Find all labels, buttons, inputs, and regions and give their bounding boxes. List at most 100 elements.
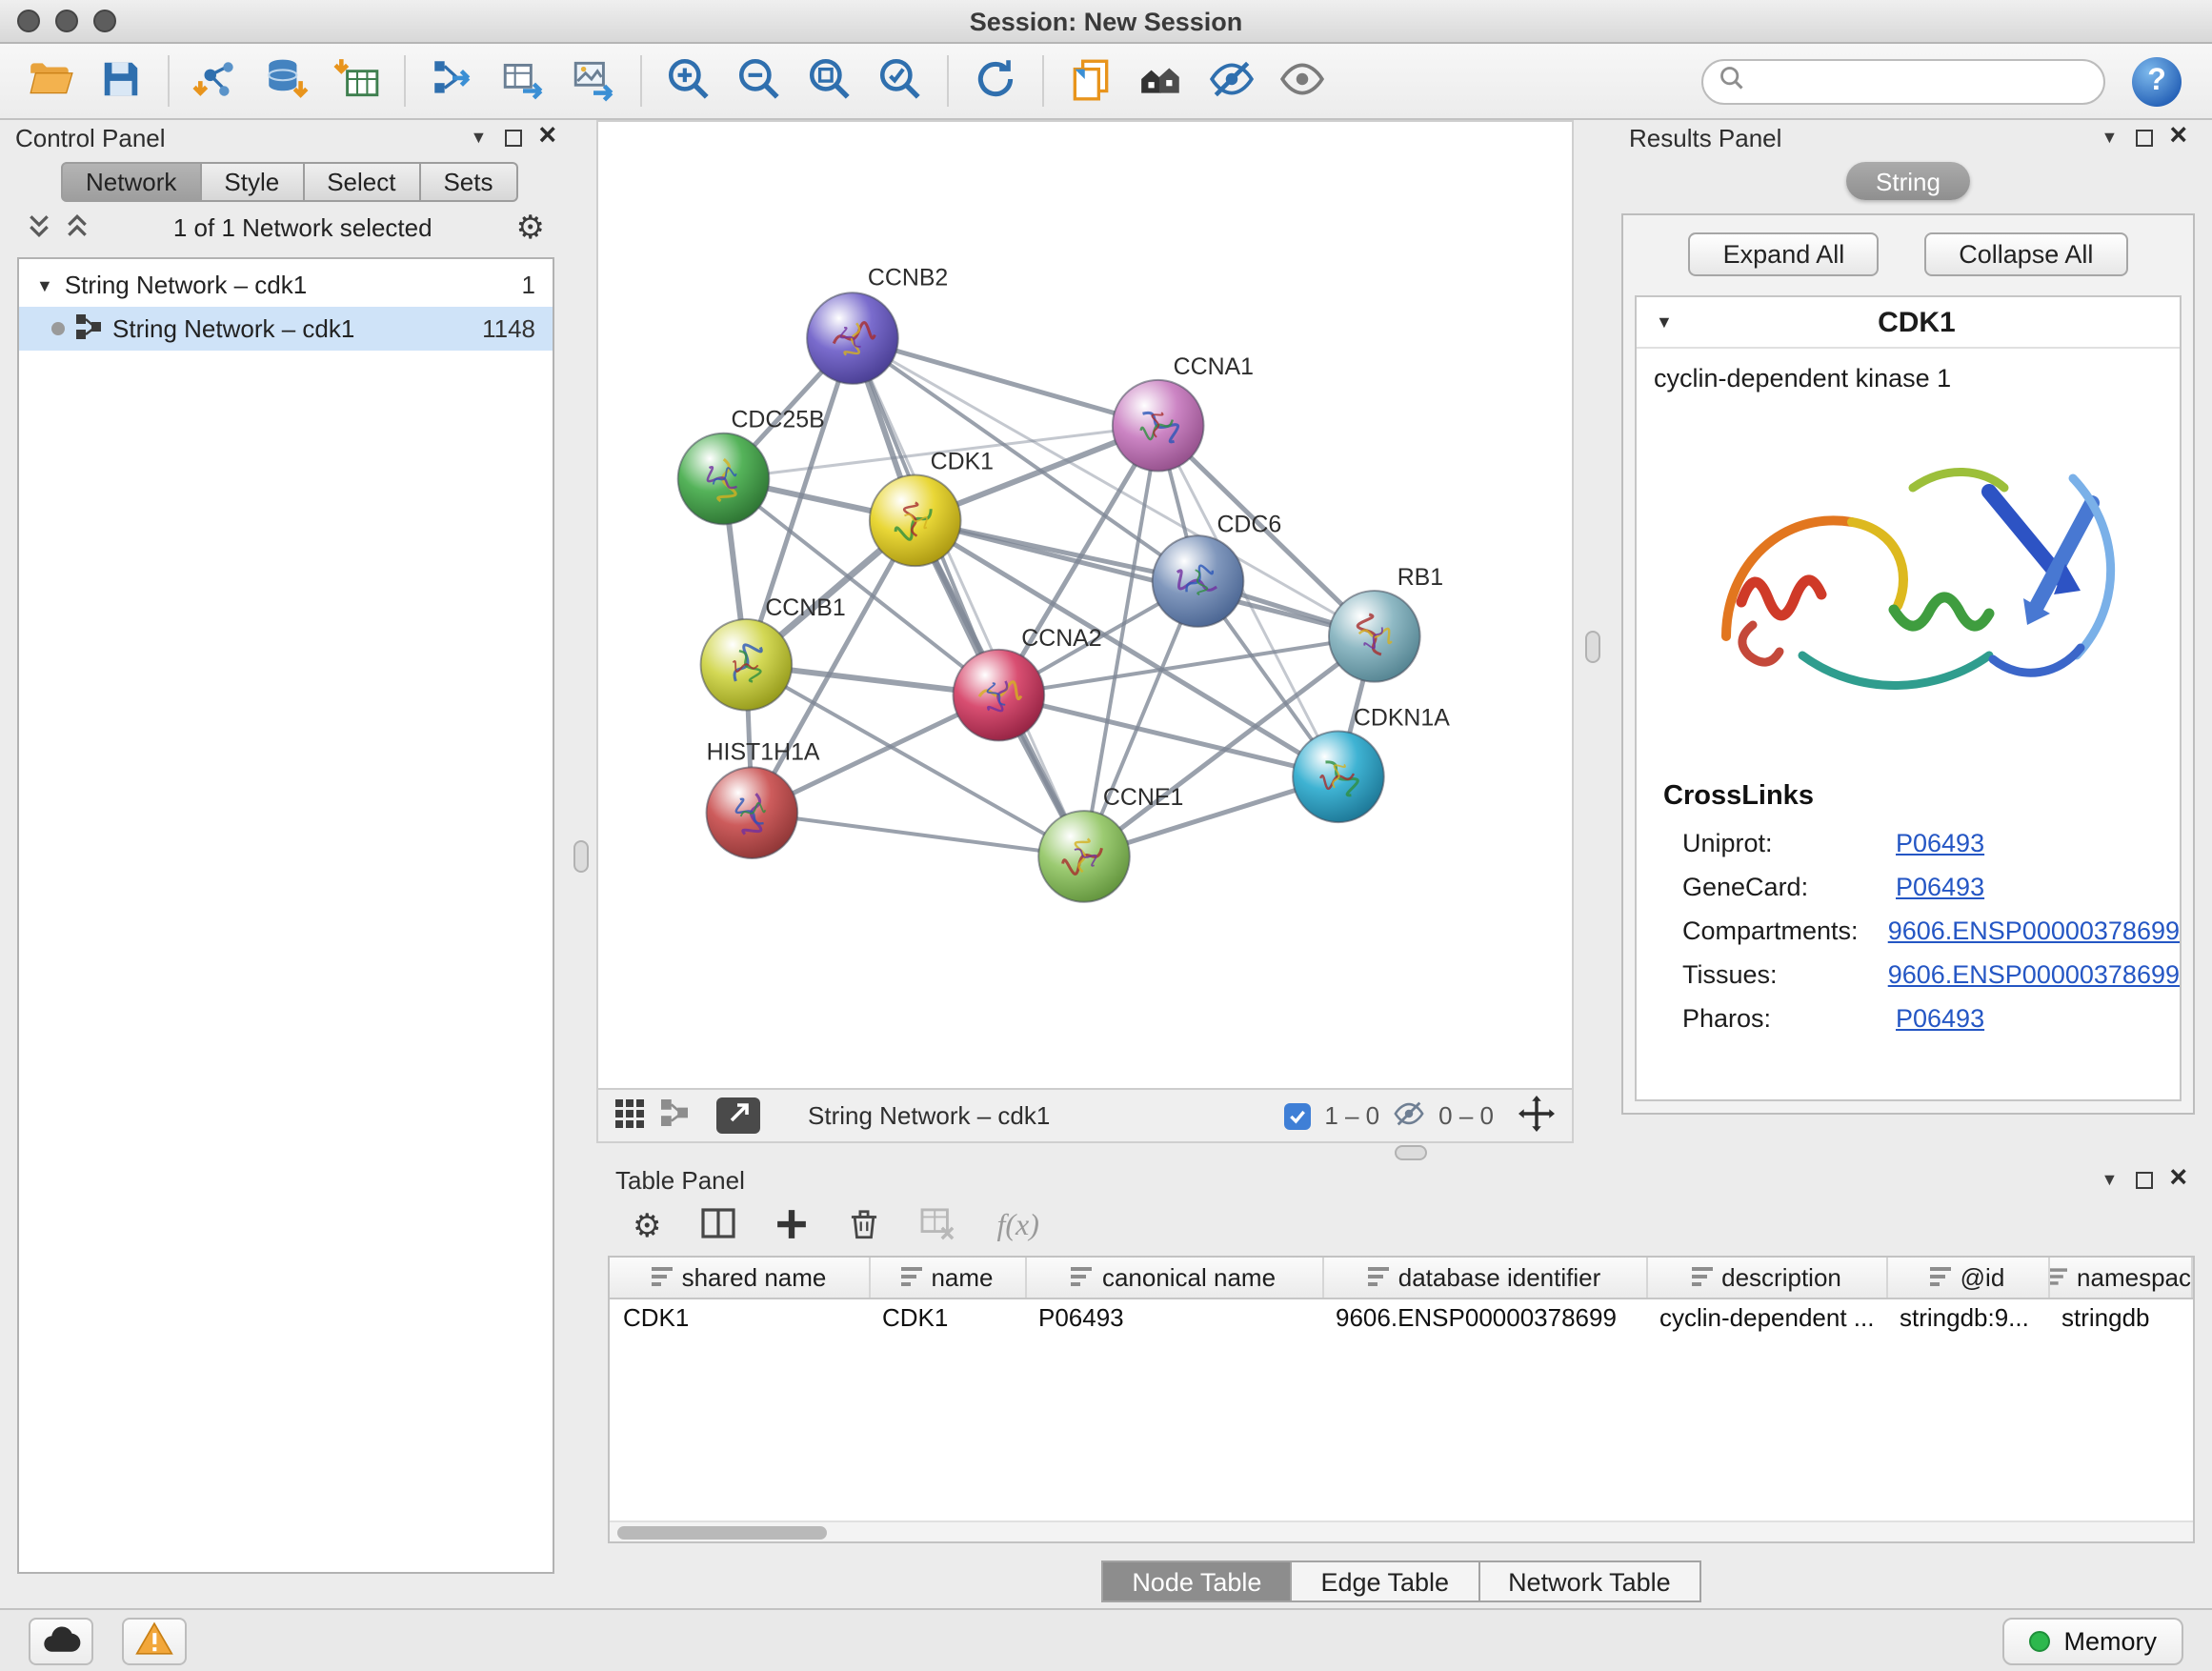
search-input[interactable] xyxy=(1745,67,2088,95)
export-table-button[interactable] xyxy=(488,49,558,113)
network-collection-row[interactable]: ▼ String Network – cdk1 1 xyxy=(19,263,553,307)
network-edge[interactable] xyxy=(915,520,1375,636)
gear-icon[interactable]: ⚙ xyxy=(516,211,546,244)
network-edge[interactable] xyxy=(853,338,1158,426)
panel-collapse-icon[interactable]: ▼ xyxy=(470,129,487,146)
disclosure-triangle-icon[interactable]: ▼ xyxy=(36,275,53,294)
table-settings-icon[interactable]: ⚙ xyxy=(633,1210,662,1242)
network-node-CCNA2[interactable] xyxy=(954,650,1045,741)
cloud-status-button[interactable] xyxy=(29,1617,93,1664)
table-cell[interactable]: CDK1 xyxy=(869,1298,1025,1336)
network-node-CCNB2[interactable] xyxy=(807,292,898,384)
network-node-CDC25B[interactable] xyxy=(678,433,770,525)
zoom-in-button[interactable] xyxy=(654,49,724,113)
panel-close-icon[interactable]: × xyxy=(538,122,556,152)
export-image-button[interactable] xyxy=(558,49,629,113)
expand-all-button[interactable]: Expand All xyxy=(1689,232,1880,276)
tab-style[interactable]: Style xyxy=(201,162,304,202)
hidden-eye-slash-icon[interactable] xyxy=(1393,1097,1425,1135)
network-canvas[interactable]: CCNB2CCNA1CDC25BCDK1CDC6RB1CCNB1CCNA2CDK… xyxy=(598,122,1572,1088)
crosslink-link[interactable]: P06493 xyxy=(1896,873,1984,901)
network-node-RB1[interactable] xyxy=(1329,591,1420,682)
import-table-button[interactable] xyxy=(322,49,392,113)
graphics-details-button[interactable] xyxy=(1126,49,1196,113)
documents-button[interactable] xyxy=(1056,49,1126,113)
save-session-button[interactable] xyxy=(86,49,156,113)
network-node-HIST1H1A[interactable] xyxy=(707,767,798,858)
collapse-all-button[interactable]: Collapse All xyxy=(1924,232,2127,276)
network-edge[interactable] xyxy=(853,338,1084,856)
network-node-CCNE1[interactable] xyxy=(1038,811,1130,902)
memory-button[interactable]: Memory xyxy=(2002,1617,2183,1664)
network-node-CDC6[interactable] xyxy=(1153,535,1244,627)
window-zoom-button[interactable] xyxy=(93,10,116,32)
crosslink-link[interactable]: 9606.ENSP00000378699 xyxy=(1888,960,2180,989)
toolbar-search[interactable] xyxy=(1701,58,2105,104)
table-cell[interactable]: stringdb xyxy=(2048,1298,2192,1336)
pan-crosshair-icon[interactable] xyxy=(1518,1095,1555,1137)
crosslink-link[interactable]: P06493 xyxy=(1896,829,1984,857)
network-node-CDK1[interactable] xyxy=(870,475,961,567)
help-button[interactable]: ? xyxy=(2132,56,2182,106)
column-header[interactable]: @id xyxy=(1886,1258,2048,1298)
tab-network[interactable]: Network xyxy=(61,162,201,202)
tab-network-table[interactable]: Network Table xyxy=(1479,1560,1701,1602)
export-network-button[interactable] xyxy=(417,49,488,113)
column-header[interactable]: canonical name xyxy=(1025,1258,1322,1298)
grid-view-icon[interactable] xyxy=(615,1098,644,1133)
open-session-button[interactable] xyxy=(15,49,86,113)
crosslink-link[interactable]: 9606.ENSP00000378699 xyxy=(1888,916,2180,945)
column-header[interactable]: shared name xyxy=(610,1258,869,1298)
zoom-fit-button[interactable] xyxy=(794,49,865,113)
table-row[interactable]: CDK1 CDK1 P06493 9606.ENSP00000378699 cy… xyxy=(610,1298,2192,1336)
table-cell[interactable]: CDK1 xyxy=(610,1298,869,1336)
network-node-CCNA1[interactable] xyxy=(1113,380,1204,472)
network-edge[interactable] xyxy=(752,813,1084,856)
string-results-tab[interactable]: String xyxy=(1845,162,1971,200)
splitter-handle-left[interactable] xyxy=(573,840,589,873)
tab-select[interactable]: Select xyxy=(304,162,420,202)
add-column-icon[interactable] xyxy=(776,1207,809,1245)
apply-layout-button[interactable] xyxy=(960,49,1031,113)
panel-close-icon[interactable]: × xyxy=(2169,1164,2187,1195)
network-row[interactable]: String Network – cdk1 1148 xyxy=(19,307,553,351)
selected-checkbox-icon[interactable] xyxy=(1284,1102,1311,1129)
share-view-icon[interactable] xyxy=(661,1099,688,1132)
splitter-handle-bottom[interactable] xyxy=(1395,1145,1427,1160)
column-header[interactable]: namespac xyxy=(2048,1258,2192,1298)
show-all-button[interactable] xyxy=(1267,49,1337,113)
hide-selected-button[interactable] xyxy=(1196,49,1267,113)
birdseye-toggle-button[interactable] xyxy=(716,1097,760,1134)
network-node-CDKN1A[interactable] xyxy=(1293,731,1384,822)
show-columns-icon[interactable] xyxy=(702,1208,736,1244)
section-disclosure-icon[interactable]: ▼ xyxy=(1656,312,1673,332)
import-network-button[interactable] xyxy=(181,49,251,113)
panel-float-icon[interactable] xyxy=(504,129,521,146)
scrollbar-thumb[interactable] xyxy=(617,1526,827,1540)
zoom-selected-button[interactable] xyxy=(865,49,935,113)
tab-node-table[interactable]: Node Table xyxy=(1101,1560,1292,1602)
panel-collapse-icon[interactable]: ▼ xyxy=(2101,1171,2118,1188)
network-node-CCNB1[interactable] xyxy=(701,619,793,711)
cdk1-section-header[interactable]: ▼ CDK1 xyxy=(1637,297,2180,349)
window-close-button[interactable] xyxy=(17,10,40,32)
panel-float-icon[interactable] xyxy=(2135,1171,2152,1188)
warnings-button[interactable] xyxy=(122,1617,187,1664)
horizontal-scrollbar[interactable] xyxy=(610,1520,2193,1541)
panel-close-icon[interactable]: × xyxy=(2169,122,2187,152)
table-cell[interactable]: 9606.ENSP00000378699 xyxy=(1322,1298,1646,1336)
window-minimize-button[interactable] xyxy=(55,10,78,32)
splitter-handle-right[interactable] xyxy=(1585,631,1600,663)
table-cell[interactable]: cyclin-dependent ... xyxy=(1646,1298,1886,1336)
tab-sets[interactable]: Sets xyxy=(420,162,517,202)
zoom-out-button[interactable] xyxy=(724,49,794,113)
collapse-all-icon[interactable] xyxy=(27,212,51,243)
column-header[interactable]: description xyxy=(1646,1258,1886,1298)
delete-column-icon[interactable] xyxy=(849,1206,881,1246)
expand-all-icon[interactable] xyxy=(65,212,90,243)
import-network-database-button[interactable] xyxy=(251,49,322,113)
table-cell[interactable]: P06493 xyxy=(1025,1298,1322,1336)
column-header[interactable]: name xyxy=(869,1258,1025,1298)
tab-edge-table[interactable]: Edge Table xyxy=(1292,1560,1479,1602)
panel-float-icon[interactable] xyxy=(2135,129,2152,146)
